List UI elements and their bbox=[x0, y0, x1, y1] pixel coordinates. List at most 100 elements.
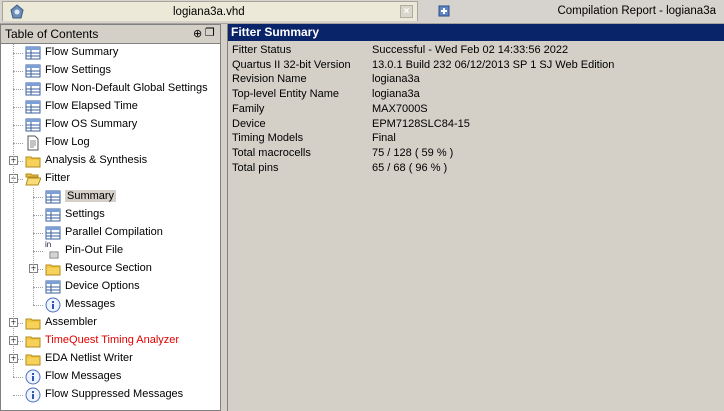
info-icon bbox=[25, 369, 41, 385]
document-tab-bar: logiana3a.vhd × Compilation Report - log… bbox=[0, 0, 724, 24]
table-row: Quartus II 32-bit Version 13.0.1 Build 23… bbox=[232, 59, 722, 74]
toc-item-label: Flow Suppressed Messages bbox=[45, 388, 184, 400]
tree-connector bbox=[33, 305, 43, 306]
table-icon bbox=[25, 45, 41, 61]
report-title: Fitter Summary bbox=[231, 25, 320, 39]
toc-item-flow-messages[interactable]: Flow Messages bbox=[1, 368, 220, 386]
property-value: EPM7128SLC84-15 bbox=[372, 117, 470, 130]
toc-item-label: Device Options bbox=[65, 280, 140, 292]
tab-logiana3a-vhd[interactable]: logiana3a.vhd × bbox=[2, 1, 418, 21]
toc-item-flow-os-summary[interactable]: Flow OS Summary bbox=[1, 116, 220, 134]
report-panel: Fitter Summary Fitter Status Successful -… bbox=[227, 24, 724, 411]
property-name: Top-level Entity Name bbox=[232, 88, 339, 101]
toc-item-label: Flow Elapsed Time bbox=[45, 100, 138, 112]
toc-item-label: Flow Summary bbox=[45, 46, 119, 58]
table-icon bbox=[45, 279, 61, 295]
table-row: Family MAX7000S bbox=[232, 103, 722, 118]
table-row: Top-level Entity Name logiana3a bbox=[232, 88, 722, 103]
folder-icon bbox=[25, 315, 41, 331]
property-value: MAX7000S bbox=[372, 102, 428, 115]
tree-connector bbox=[13, 71, 23, 72]
table-icon bbox=[25, 117, 41, 133]
file-in-icon: in bbox=[45, 240, 61, 259]
table-row: Timing Models Final bbox=[232, 132, 722, 147]
folder-icon bbox=[45, 261, 61, 277]
tree-connector bbox=[13, 53, 23, 54]
document-icon bbox=[25, 135, 41, 151]
tab-title: logiana3a.vhd bbox=[173, 6, 245, 18]
property-name: Fitter Status bbox=[232, 44, 292, 56]
tree-connector bbox=[13, 395, 23, 396]
tree-connector bbox=[13, 89, 23, 90]
property-name: Timing Models bbox=[232, 132, 304, 145]
tree-connector bbox=[13, 125, 23, 126]
folder-icon bbox=[25, 153, 41, 169]
toc-item-timequest-timing-analyzer[interactable]: + TimeQuest Timing Analyzer bbox=[1, 332, 220, 350]
property-value: logiana3a bbox=[372, 73, 420, 86]
tree-connector bbox=[33, 251, 43, 252]
property-name: Quartus II 32-bit Version bbox=[232, 58, 351, 71]
table-icon bbox=[45, 189, 61, 205]
property-value: Final bbox=[372, 132, 396, 145]
toc-item-label: Summary bbox=[65, 190, 117, 202]
tab-title: Compilation Report - logiana3a bbox=[557, 5, 716, 17]
tree-guide-line bbox=[33, 188, 34, 305]
folder-icon bbox=[25, 351, 41, 367]
toc-item-assembler[interactable]: + Assembler bbox=[1, 314, 220, 332]
toc-item-flow-settings[interactable]: Flow Settings bbox=[1, 62, 220, 80]
toc-item-label: Flow OS Summary bbox=[45, 118, 138, 130]
float-window-icon[interactable]: ❐ bbox=[205, 26, 215, 39]
table-icon bbox=[45, 207, 61, 223]
toc-item-flow-suppressed-messages[interactable]: Flow Suppressed Messages bbox=[1, 386, 220, 404]
toc-item-label: Fitter bbox=[45, 172, 71, 184]
tree-connector bbox=[33, 215, 43, 216]
toc-item-flow-summary[interactable]: Flow Summary bbox=[1, 44, 220, 62]
tree-connector bbox=[13, 143, 23, 144]
table-icon bbox=[45, 225, 61, 241]
tree-connector bbox=[33, 233, 43, 234]
property-name: Device bbox=[232, 117, 266, 130]
property-name: Revision Name bbox=[232, 73, 307, 86]
toc-item-label: Assembler bbox=[45, 316, 97, 328]
pin-icon[interactable]: ⊕ bbox=[193, 27, 202, 40]
property-name: Total pins bbox=[232, 161, 279, 174]
toc-item-flow-elapsed-time[interactable]: Flow Elapsed Time bbox=[1, 98, 220, 116]
report-title-bar: Fitter Summary bbox=[228, 24, 724, 41]
property-name: Total macrocells bbox=[232, 146, 311, 159]
toc-item-fitter[interactable]: − Fitter bbox=[1, 170, 220, 188]
table-row: Revision Name logiana3a bbox=[232, 73, 722, 88]
property-value: 13.0.1 Build 232 06/12/2013 SP 1 SJ Web … bbox=[372, 58, 615, 71]
info-icon bbox=[45, 297, 61, 313]
toc-item-label: Resource Section bbox=[65, 262, 152, 274]
toc-item-label: Flow Non-Default Global Settings bbox=[45, 82, 208, 94]
tree-connector bbox=[33, 287, 43, 288]
toc-header: Table of Contents ⊕ ❐ bbox=[1, 25, 220, 44]
toc-item-label: TimeQuest Timing Analyzer bbox=[45, 334, 180, 346]
table-icon bbox=[25, 99, 41, 115]
toc-item-eda-netlist-writer[interactable]: + EDA Netlist Writer bbox=[1, 350, 220, 368]
folder-open-icon bbox=[25, 171, 42, 187]
info-icon bbox=[25, 387, 41, 403]
tab-compilation-report[interactable]: Compilation Report - logiana3a bbox=[430, 1, 724, 21]
property-value: 75 / 128 ( 59 % ) bbox=[372, 146, 454, 159]
toc-item-label: Pin-Out File bbox=[65, 244, 124, 256]
table-row: Total macrocells 75 / 128 ( 59 % ) bbox=[232, 147, 722, 162]
table-of-contents-panel: Table of Contents ⊕ ❐ Flow Summary Flow S… bbox=[0, 24, 221, 411]
tree-guide-line bbox=[13, 44, 14, 377]
toc-item-label: Settings bbox=[65, 208, 105, 220]
tree-connector bbox=[33, 197, 43, 198]
vhdl-file-icon bbox=[10, 4, 24, 19]
table-row: Fitter Status Successful - Wed Feb 02 14:… bbox=[232, 44, 722, 59]
table-row: Device EPM7128SLC84-15 bbox=[232, 118, 722, 133]
table-icon bbox=[25, 63, 41, 79]
toc-item-analysis-synthesis[interactable]: + Analysis & Synthesis bbox=[1, 152, 220, 170]
table-icon bbox=[25, 81, 41, 97]
property-value: 65 / 68 ( 96 % ) bbox=[372, 161, 448, 174]
toc-item-flow-non-default-global-settings[interactable]: Flow Non-Default Global Settings bbox=[1, 80, 220, 98]
property-value: logiana3a bbox=[372, 88, 420, 101]
toc-item-flow-log[interactable]: Flow Log bbox=[1, 134, 220, 152]
property-value: Successful - Wed Feb 02 14:33:56 2022 bbox=[372, 44, 569, 56]
tab-close-button[interactable]: × bbox=[400, 5, 413, 18]
property-name: Family bbox=[232, 102, 265, 115]
toc-item-label: Messages bbox=[65, 298, 116, 310]
